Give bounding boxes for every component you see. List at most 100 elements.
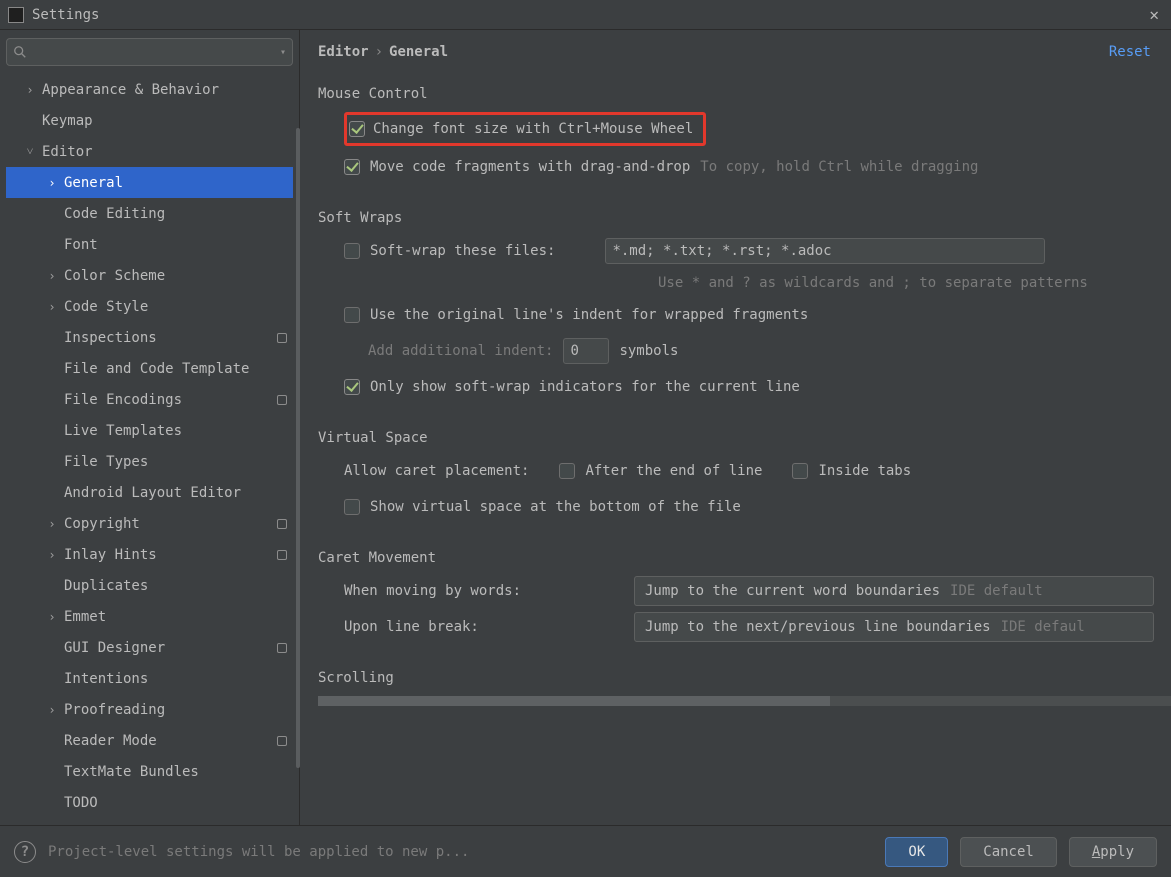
section-scrolling: Scrolling: [318, 670, 1171, 686]
sidebar-item-emmet[interactable]: ›Emmet: [6, 601, 293, 632]
help-icon[interactable]: ?: [14, 841, 36, 863]
project-level-badge-icon: [277, 550, 287, 560]
checkbox-label[interactable]: Show virtual space at the bottom of the …: [370, 499, 741, 515]
sidebar-item-duplicates[interactable]: Duplicates: [6, 570, 293, 601]
checkbox-caret-inside-tabs[interactable]: [792, 463, 808, 479]
checkbox-label[interactable]: Move code fragments with drag-and-drop: [370, 159, 690, 175]
label-upon-line-break: Upon line break:: [344, 619, 604, 635]
section-title: Caret Movement: [318, 550, 1171, 566]
checkbox-original-indent[interactable]: [344, 307, 360, 323]
sidebar-item-editor[interactable]: ˅Editor: [6, 136, 293, 167]
project-level-badge-icon: [277, 333, 287, 343]
project-level-badge-icon: [277, 736, 287, 746]
checkbox-font-size-mousewheel[interactable]: [349, 121, 365, 137]
search-input-wrap[interactable]: ▾: [6, 38, 293, 66]
label-when-moving-by-words: When moving by words:: [344, 583, 604, 599]
sidebar-item-copyright[interactable]: ›Copyright: [6, 508, 293, 539]
chevron-right-icon[interactable]: ›: [46, 301, 58, 313]
additional-indent-input[interactable]: [563, 338, 609, 364]
sidebar-item-reader-mode[interactable]: Reader Mode: [6, 725, 293, 756]
chevron-right-icon[interactable]: ›: [46, 611, 58, 623]
chevron-right-icon[interactable]: ›: [46, 177, 58, 189]
sidebar-item-label: Android Layout Editor: [64, 485, 287, 501]
horizontal-scrollbar[interactable]: [318, 696, 1171, 706]
reset-link[interactable]: Reset: [1109, 44, 1151, 60]
section-caret-movement: Caret Movement When moving by words: Jum…: [318, 550, 1171, 642]
select-value: Jump to the current word boundaries: [645, 583, 940, 599]
checkbox-label[interactable]: Inside tabs: [818, 463, 911, 479]
sidebar: ▾ ›Appearance & Behavior Keymap ˅Editor›Ge…: [0, 30, 300, 825]
softwrap-patterns-input[interactable]: [605, 238, 1045, 264]
checkbox-label[interactable]: After the end of line: [585, 463, 762, 479]
sidebar-item-label: File Encodings: [64, 392, 271, 408]
section-title: Soft Wraps: [318, 210, 1171, 226]
sidebar-item-label: Keymap: [42, 113, 287, 129]
sidebar-item-live-templates[interactable]: Live Templates: [6, 415, 293, 446]
chevron-placeholder: [46, 394, 58, 406]
checkbox-softwrap-indicators[interactable]: [344, 379, 360, 395]
app-icon: [8, 7, 24, 23]
search-icon: [13, 45, 27, 59]
checkbox-label[interactable]: Only show soft-wrap indicators for the c…: [370, 379, 800, 395]
chevron-right-icon[interactable]: ›: [46, 549, 58, 561]
chevron-right-icon[interactable]: ›: [24, 84, 36, 96]
sidebar-item-file-types[interactable]: File Types: [6, 446, 293, 477]
checkbox-label[interactable]: Use the original line's indent for wrapp…: [370, 307, 808, 323]
sidebar-item-label: Code Editing: [64, 206, 287, 222]
sidebar-item-label: TextMate Bundles: [64, 764, 287, 780]
chevron-down-icon[interactable]: ˅: [24, 146, 36, 158]
sidebar-item-general[interactable]: ›General: [6, 167, 293, 198]
sidebar-item-gui-designer[interactable]: GUI Designer: [6, 632, 293, 663]
chevron-placeholder: [46, 797, 58, 809]
sidebar-item-label: Font: [64, 237, 287, 253]
sidebar-item-label: Proofreading: [64, 702, 287, 718]
settings-tree: ›Appearance & Behavior Keymap ˅Editor›Gene…: [6, 74, 293, 825]
sidebar-item-code-style[interactable]: ›Code Style: [6, 291, 293, 322]
sidebar-item-todo[interactable]: TODO: [6, 787, 293, 818]
checkbox-label[interactable]: Soft-wrap these files:: [370, 243, 555, 259]
section-virtual-space: Virtual Space Allow caret placement: Aft…: [318, 430, 1171, 522]
sidebar-item-font[interactable]: Font: [6, 229, 293, 260]
sidebar-item-file-encodings[interactable]: File Encodings: [6, 384, 293, 415]
select-word-boundaries[interactable]: Jump to the current word boundaries IDE …: [634, 576, 1154, 606]
chevron-right-icon[interactable]: ›: [46, 518, 58, 530]
chevron-right-icon[interactable]: ›: [46, 704, 58, 716]
chevron-placeholder: [46, 642, 58, 654]
project-level-badge-icon: [277, 519, 287, 529]
select-suffix: IDE default: [950, 583, 1043, 599]
sidebar-item-keymap[interactable]: Keymap: [6, 105, 293, 136]
sidebar-item-color-scheme[interactable]: › Color Scheme: [6, 260, 293, 291]
select-line-break[interactable]: Jump to the next/previous line boundarie…: [634, 612, 1154, 642]
sidebar-item-inlay-hints[interactable]: ›Inlay Hints: [6, 539, 293, 570]
sidebar-item-code-editing[interactable]: Code Editing: [6, 198, 293, 229]
scrollbar-thumb[interactable]: [318, 696, 830, 706]
sidebar-item-proofreading[interactable]: › Proofreading: [6, 694, 293, 725]
apply-button[interactable]: Apply: [1069, 837, 1157, 867]
section-mouse-control: Mouse Control Change font size with Ctrl…: [318, 86, 1171, 182]
checkbox-label[interactable]: Change font size with Ctrl+Mouse Wheel: [373, 121, 693, 137]
hint-text: To copy, hold Ctrl while dragging: [700, 159, 978, 175]
ok-button[interactable]: OK: [885, 837, 948, 867]
sidebar-item-inspections[interactable]: Inspections: [6, 322, 293, 353]
search-input[interactable]: [31, 44, 276, 60]
sidebar-item-label: Live Templates: [64, 423, 287, 439]
cancel-button[interactable]: Cancel: [960, 837, 1057, 867]
checkbox-softwrap-files[interactable]: [344, 243, 360, 259]
sidebar-item-label: Color Scheme: [64, 268, 287, 284]
chevron-right-icon[interactable]: ›: [46, 270, 58, 282]
checkbox-drag-drop-fragments[interactable]: [344, 159, 360, 175]
sidebar-item-intentions[interactable]: Intentions: [6, 663, 293, 694]
content-scroll[interactable]: Mouse Control Change font size with Ctrl…: [318, 78, 1171, 825]
project-level-badge-icon: [277, 643, 287, 653]
close-icon[interactable]: ✕: [1145, 5, 1163, 24]
sidebar-item-appearance-behavior[interactable]: ›Appearance & Behavior: [6, 74, 293, 105]
checkbox-caret-end-of-line[interactable]: [559, 463, 575, 479]
breadcrumb-root[interactable]: Editor: [318, 44, 369, 60]
checkbox-virtual-space-bottom[interactable]: [344, 499, 360, 515]
search-dropdown-icon[interactable]: ▾: [280, 47, 286, 58]
chevron-placeholder: [46, 363, 58, 375]
sidebar-item-android-layout-editor[interactable]: Android Layout Editor: [6, 477, 293, 508]
sidebar-item-file-and-code-template[interactable]: File and Code Template: [6, 353, 293, 384]
label-symbols: symbols: [619, 343, 678, 359]
sidebar-item-textmate-bundles[interactable]: TextMate Bundles: [6, 756, 293, 787]
